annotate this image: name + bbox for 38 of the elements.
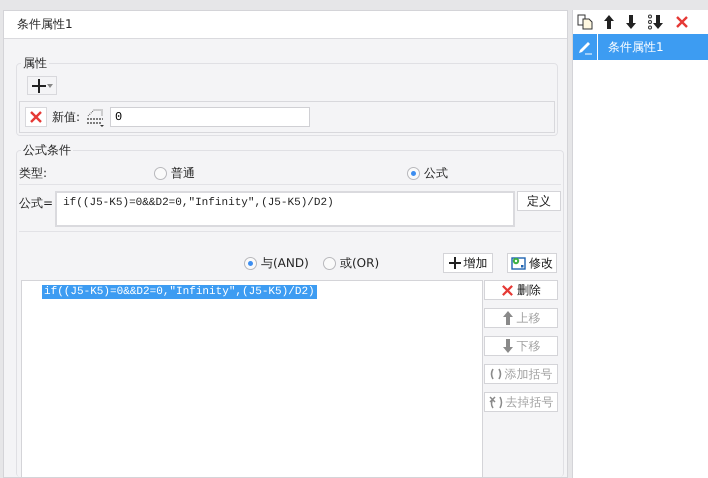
up-arrow-icon xyxy=(502,310,514,326)
add-button[interactable]: 增加 xyxy=(443,253,493,273)
plus-icon xyxy=(32,78,46,92)
option-label: 普通 xyxy=(171,165,195,182)
add-menu-button[interactable] xyxy=(27,76,57,95)
option-label: 与(AND) xyxy=(261,254,309,272)
formula-field[interactable]: if((J5-K5)=0&&D2=0,"Infinity",(J5-K5)/D2) xyxy=(55,191,516,227)
option-label: 或(OR) xyxy=(340,254,380,272)
define-button[interactable]: 定义 xyxy=(517,191,562,211)
text-type-icon[interactable] xyxy=(85,107,106,127)
field-label: 类型: xyxy=(19,165,48,182)
down-arrow-icon xyxy=(625,14,637,30)
field-label: 新值: xyxy=(52,108,80,126)
move-to-bottom-icon[interactable] xyxy=(647,14,665,30)
edit-button[interactable]: 修改 xyxy=(507,253,557,273)
up-arrow-icon xyxy=(603,14,615,30)
cross-icon xyxy=(501,284,514,296)
cross-icon xyxy=(29,110,43,124)
radio-button[interactable] xyxy=(154,167,167,180)
pencil-icon xyxy=(577,39,593,55)
copy-icon[interactable] xyxy=(577,14,593,30)
option-label: 公式 xyxy=(424,165,448,182)
value-input[interactable]: 0 xyxy=(110,107,310,127)
plus-icon xyxy=(448,257,460,269)
delete-button[interactable]: 删除 xyxy=(484,280,558,300)
radio-button[interactable] xyxy=(244,256,257,270)
group-title: 公式条件 xyxy=(22,142,72,159)
dialog-title: 条件属性1 xyxy=(4,11,567,39)
radio-button[interactable] xyxy=(407,167,420,180)
delete-icon xyxy=(675,15,689,29)
radio-button[interactable] xyxy=(323,256,336,270)
parentheses-icon xyxy=(490,368,502,380)
field-label: 公式= xyxy=(19,195,54,212)
remove-button[interactable] xyxy=(25,107,47,127)
caret-icon xyxy=(46,84,52,88)
parentheses-cross-icon xyxy=(488,396,502,408)
down-arrow-icon xyxy=(502,338,514,354)
group-title: 属性 xyxy=(22,55,48,72)
